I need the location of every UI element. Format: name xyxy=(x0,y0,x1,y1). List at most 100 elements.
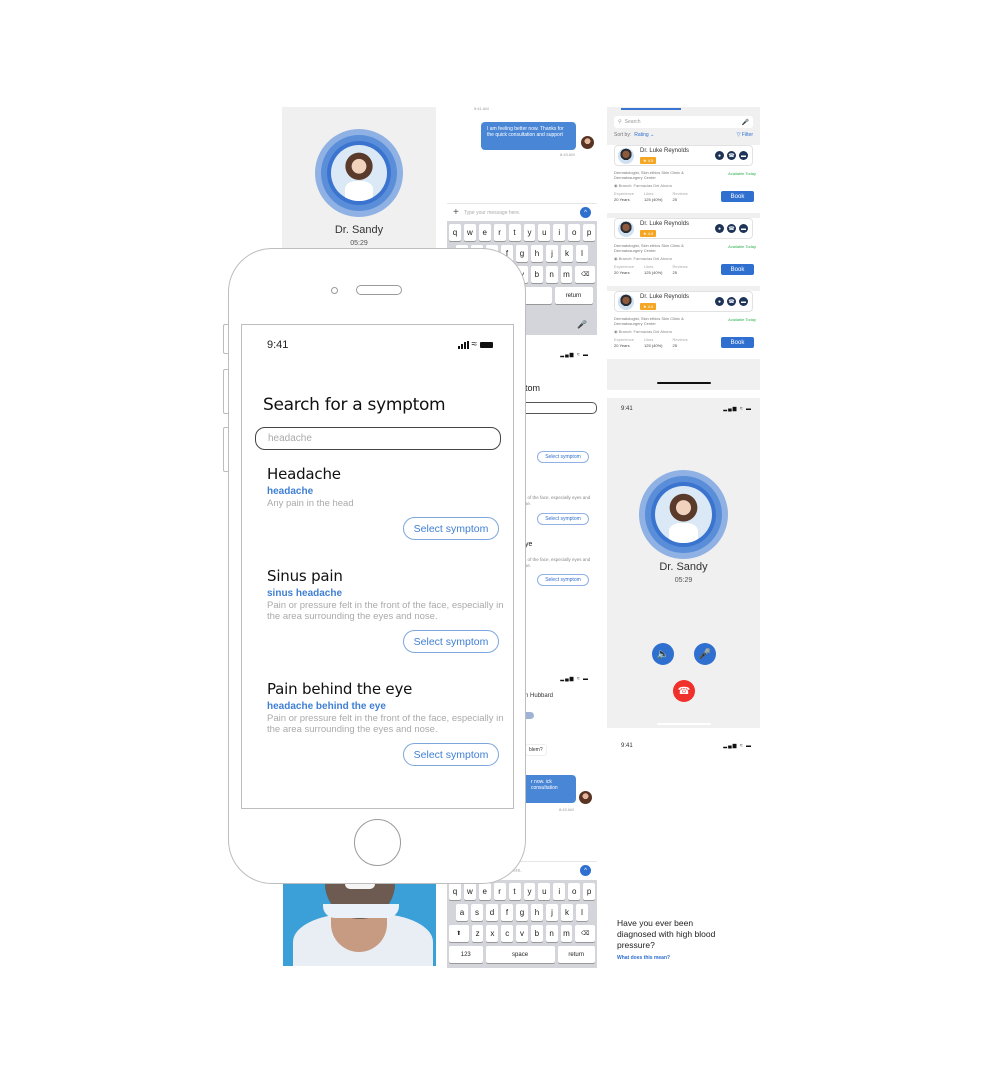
chat-icon[interactable]: ▬ xyxy=(739,224,748,233)
phone-icon[interactable]: ☎ xyxy=(727,224,736,233)
phone-icon[interactable]: ☎ xyxy=(727,297,736,306)
key-u[interactable]: u xyxy=(538,883,551,900)
microphone-icon[interactable]: 🎤 xyxy=(577,320,587,329)
key-f[interactable]: f xyxy=(501,904,513,921)
key-g[interactable]: g xyxy=(516,245,528,262)
book-button[interactable]: Book xyxy=(721,337,754,348)
phone-icon[interactable]: ☎ xyxy=(727,151,736,160)
key-space[interactable]: space xyxy=(485,946,555,963)
key-n[interactable]: n xyxy=(545,925,558,942)
message-input[interactable]: Type your message here. xyxy=(464,210,580,216)
key-g[interactable]: g xyxy=(516,904,528,921)
key-b[interactable]: b xyxy=(530,266,543,283)
key-e[interactable]: e xyxy=(478,224,491,241)
key-s[interactable]: s xyxy=(471,904,483,921)
status-time: 9:41 xyxy=(621,406,633,412)
key-p[interactable]: p xyxy=(583,224,596,241)
key-r[interactable]: r xyxy=(493,224,506,241)
select-symptom-button[interactable]: Select symptom xyxy=(403,517,499,540)
key-m[interactable]: m xyxy=(560,925,573,942)
video-call-icon[interactable]: ● xyxy=(715,224,724,233)
key-h[interactable]: h xyxy=(531,904,543,921)
hang-up-icon: ☎ xyxy=(677,685,691,697)
phone-screen: 9:41 ≈ Search for a symptom Headache hea… xyxy=(241,324,514,809)
symptom-item: Pain behind the eye headache behind the … xyxy=(267,680,507,735)
chat-time-header: 9:41 AM xyxy=(474,106,489,111)
select-symptom-button[interactable]: Select symptom xyxy=(537,451,589,463)
key-l[interactable]: l xyxy=(576,245,588,262)
what-does-this-mean-link[interactable]: What does this mean? xyxy=(617,955,670,961)
key-return[interactable]: return xyxy=(557,946,595,963)
select-symptom-button[interactable]: Select symptom xyxy=(537,574,589,586)
doctor-search-input[interactable]: ⚲ Search 🎤 xyxy=(614,116,753,128)
key-h[interactable]: h xyxy=(531,245,543,262)
filter-button[interactable]: ▽ Filter xyxy=(737,132,753,138)
key-c[interactable]: c xyxy=(501,925,514,942)
key-o[interactable]: o xyxy=(568,883,581,900)
mute-button[interactable]: 🎤 xyxy=(694,643,716,665)
key-k[interactable]: k xyxy=(561,904,573,921)
video-call-icon[interactable]: ● xyxy=(715,297,724,306)
key-numbers[interactable]: 123 xyxy=(449,946,483,963)
select-symptom-button[interactable]: Select symptom xyxy=(403,630,499,653)
key-q[interactable]: q xyxy=(448,883,461,900)
key-y[interactable]: y xyxy=(523,224,536,241)
key-d[interactable]: d xyxy=(486,904,498,921)
location-pin-icon: ◉ xyxy=(614,183,618,188)
key-l[interactable]: l xyxy=(576,904,588,921)
doctor-card[interactable]: Dr. Luke Reynolds ★ 4.6 ● ☎ ▬ Dermatologist, … xyxy=(607,291,760,359)
key-w[interactable]: w xyxy=(463,883,476,900)
speaker-button[interactable]: 🔈 xyxy=(652,643,674,665)
key-o[interactable]: o xyxy=(568,224,581,241)
key-i[interactable]: i xyxy=(553,224,566,241)
key-k[interactable]: k xyxy=(561,245,573,262)
send-button[interactable]: ^ xyxy=(580,207,591,218)
key-j[interactable]: j xyxy=(546,245,558,262)
send-button[interactable]: ^ xyxy=(580,865,591,876)
symptom-search-input[interactable] xyxy=(255,427,501,450)
key-a[interactable]: a xyxy=(456,904,468,921)
doctor-card[interactable]: Dr. Luke Reynolds ★ 4.6 ● ☎ ▬ Dermatologist, … xyxy=(607,218,760,286)
book-button[interactable]: Book xyxy=(721,191,754,202)
key-x[interactable]: x xyxy=(486,925,499,942)
video-call-icon[interactable]: ● xyxy=(715,151,724,160)
symptom-title: Headache xyxy=(267,465,341,483)
chat-icon[interactable]: ▬ xyxy=(739,151,748,160)
key-p[interactable]: p xyxy=(583,883,596,900)
key-z[interactable]: z xyxy=(471,925,484,942)
doctor-specialty: Dermatologist, Skin ethics Skin Clinic &… xyxy=(614,243,684,253)
microphone-icon[interactable]: 🎤 xyxy=(742,119,749,126)
key-w[interactable]: w xyxy=(463,224,476,241)
key-u[interactable]: u xyxy=(538,224,551,241)
doctor-card-header: Dr. Luke Reynolds ★ 4.5 ● ☎ ▬ xyxy=(614,145,753,166)
plus-icon[interactable]: + xyxy=(453,207,459,218)
message-input-row: + Type your message here. ^ xyxy=(447,203,597,221)
key-shift[interactable]: ⬆ xyxy=(448,925,469,942)
key-r[interactable]: r xyxy=(493,883,506,900)
doctor-card[interactable]: Dr. Luke Reynolds ★ 4.5 ● ☎ ▬ Dermatologist, … xyxy=(607,145,760,213)
end-call-button[interactable]: ☎ xyxy=(673,680,695,702)
chat-icon[interactable]: ▬ xyxy=(739,297,748,306)
book-button[interactable]: Book xyxy=(721,264,754,275)
key-m[interactable]: m xyxy=(560,266,573,283)
symptom-title: Pain behind the eye xyxy=(267,680,413,698)
sort-dropdown[interactable]: Rating ⌄ xyxy=(634,132,654,138)
key-v[interactable]: v xyxy=(516,925,528,942)
key-backspace[interactable]: ⌫ xyxy=(575,266,596,283)
key-q[interactable]: q xyxy=(448,224,461,241)
key-e[interactable]: e xyxy=(478,883,491,900)
home-button[interactable] xyxy=(354,819,401,866)
key-return[interactable]: return xyxy=(554,287,593,304)
key-n[interactable]: n xyxy=(545,266,558,283)
key-y[interactable]: y xyxy=(523,883,536,900)
key-j[interactable]: j xyxy=(546,904,558,921)
select-symptom-button[interactable]: Select symptom xyxy=(403,743,499,766)
key-b[interactable]: b xyxy=(530,925,543,942)
page-title-fragment: tom xyxy=(525,383,541,393)
key-i[interactable]: i xyxy=(553,883,566,900)
key-t[interactable]: t xyxy=(508,883,521,900)
select-symptom-button[interactable]: Select symptom xyxy=(537,513,589,525)
key-t[interactable]: t xyxy=(508,224,521,241)
key-backspace[interactable]: ⌫ xyxy=(575,925,596,942)
call-screen-preview: 9:41 ▂▄▆ ≈ ▬ Dr. Sandy 05:29 🔈 🎤 ☎ xyxy=(607,398,760,728)
